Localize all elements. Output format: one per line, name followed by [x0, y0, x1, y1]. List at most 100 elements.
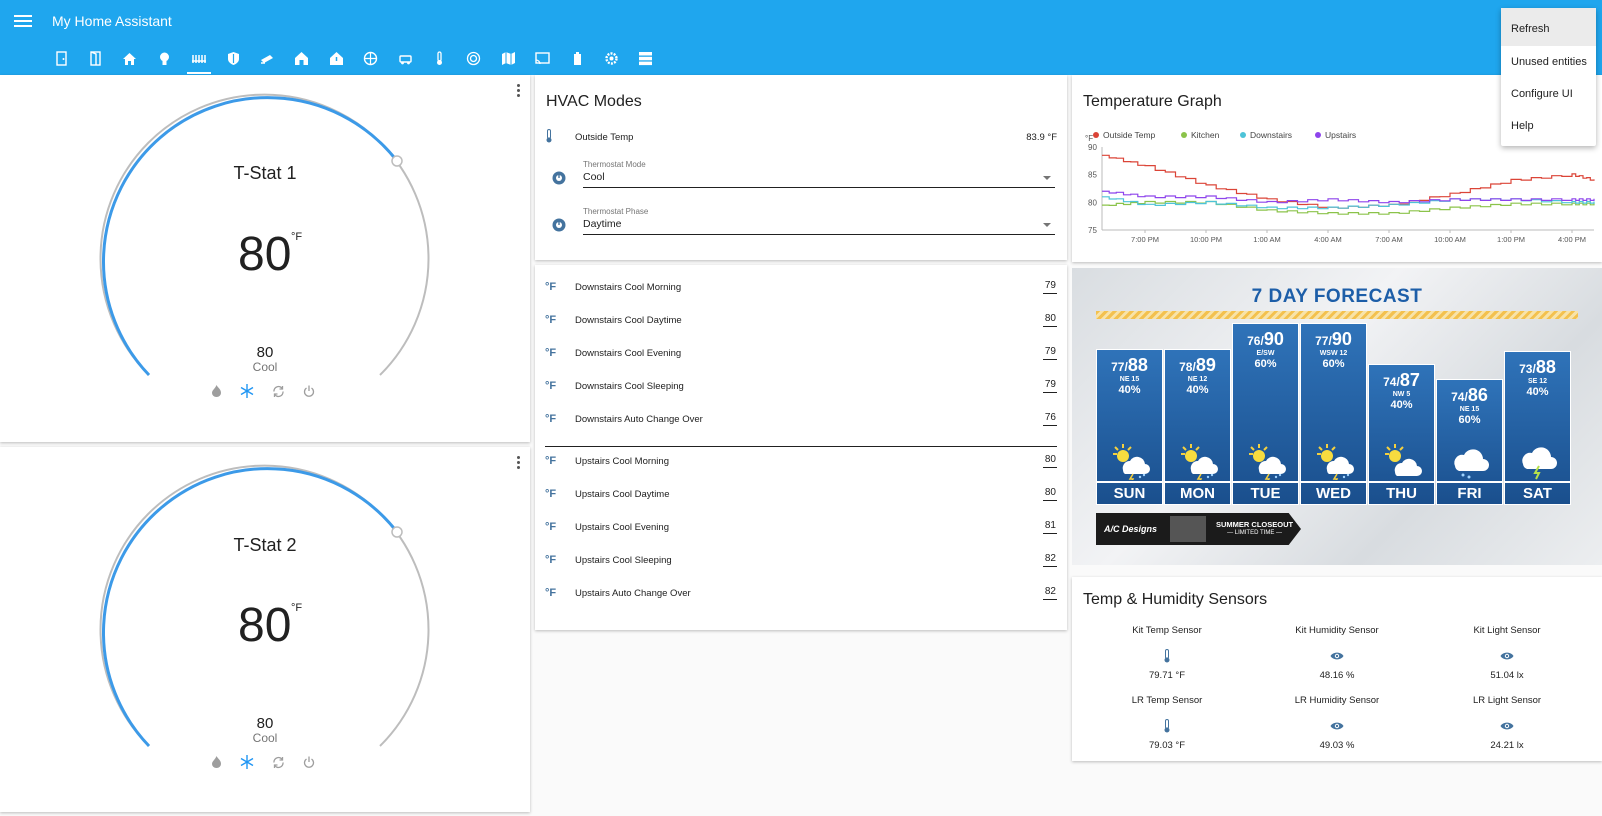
legend-label[interactable]: Downstairs — [1250, 130, 1292, 140]
tab-server[interactable] — [629, 44, 663, 72]
tab-thermometer[interactable] — [422, 44, 456, 72]
menu-item-configure-ui[interactable]: Configure UI — [1501, 78, 1596, 110]
thermostat-name: T-Stat 1 — [233, 163, 297, 183]
legend-label[interactable]: Outside Temp — [1103, 130, 1156, 140]
forecast-day-thu: 74/87 NW 5 40% THU — [1368, 364, 1435, 505]
sensor-tile[interactable]: Kit Temp Sensor 79.71 °F — [1082, 625, 1252, 695]
x-tick-label: 4:00 PM — [1558, 235, 1586, 244]
setpoint-input[interactable]: 80 — [1042, 313, 1057, 327]
forecast-high: 89 — [1195, 355, 1216, 375]
fahrenheit-icon: °F — [545, 347, 557, 359]
x-tick-label: 1:00 AM — [1253, 235, 1281, 244]
x-tick-label: 1:00 PM — [1497, 235, 1525, 244]
cctv-icon — [261, 54, 274, 64]
eye-icon — [1422, 712, 1592, 740]
setpoint-input[interactable]: 76 — [1042, 412, 1057, 426]
forecast-image: 7 DAY FORECAST A/C Designs SUMMER CLOSEO… — [1072, 268, 1602, 565]
outside-temp-row[interactable]: Outside Temp 83.9 °F — [545, 129, 1057, 146]
tab-cctv[interactable] — [250, 44, 284, 72]
sensor-tile[interactable]: Kit Light Sensor 51.04 lx — [1422, 625, 1592, 695]
tab-door-open[interactable] — [78, 44, 112, 72]
setpoint-input[interactable]: 80 — [1042, 487, 1057, 501]
tab-house-alert[interactable] — [319, 44, 353, 72]
ad-line2: — LIMITED TIME — — [1227, 530, 1282, 536]
overflow-menu: Refresh Unused entities Configure UI Hel… — [1501, 8, 1596, 146]
thermometer-icon — [1082, 712, 1252, 740]
setpoint-row: °F Upstairs Auto Change Over 82 — [545, 586, 1057, 600]
auto-mode-icon[interactable] — [270, 754, 286, 770]
thermostat-mode-select[interactable]: Thermostat Mode Cool — [583, 160, 1055, 188]
heat-mode-icon[interactable] — [208, 754, 224, 770]
setpoint-label: Upstairs Cool Daytime — [575, 488, 670, 500]
heat-mode-icon[interactable] — [208, 383, 224, 399]
tab-battery[interactable] — [560, 44, 594, 72]
legend-label[interactable]: Upstairs — [1325, 130, 1356, 140]
sensor-tile[interactable]: Kit Humidity Sensor 48.16 % — [1252, 625, 1422, 695]
setpoint-row: °F Downstairs Cool Morning 79 — [545, 280, 1057, 294]
menu-item-refresh[interactable]: Refresh — [1501, 8, 1596, 46]
setpoint-input[interactable]: 82 — [1042, 553, 1057, 567]
tab-car[interactable] — [388, 44, 422, 72]
tab-cast[interactable] — [525, 44, 559, 72]
x-tick-label: 4:00 AM — [1314, 235, 1342, 244]
thermometer-icon — [436, 50, 442, 65]
setpoint-label: Downstairs Cool Daytime — [575, 314, 682, 326]
x-tick-label: 7:00 AM — [1375, 235, 1403, 244]
legend-label[interactable]: Kitchen — [1191, 130, 1220, 140]
sensor-tile[interactable]: LR Light Sensor 24.21 lx — [1422, 695, 1592, 765]
cool-mode-icon[interactable] — [239, 754, 255, 770]
legend-swatch — [1093, 132, 1099, 138]
tab-radiator[interactable] — [182, 44, 216, 74]
setpoint-label: Downstairs Cool Sleeping — [575, 380, 684, 392]
setpoint-input[interactable]: 79 — [1042, 346, 1057, 360]
menu-icon[interactable] — [14, 12, 32, 30]
sensor-tile[interactable]: LR Humidity Sensor 49.03 % — [1252, 695, 1422, 765]
card-title: HVAC Modes — [546, 93, 642, 110]
tab-door[interactable] — [44, 44, 78, 72]
sensor-value: 24.21 lx — [1490, 740, 1524, 751]
cool-mode-icon[interactable] — [239, 383, 255, 399]
setpoint-label: Downstairs Auto Change Over — [575, 413, 703, 425]
sensor-tile[interactable]: LR Temp Sensor 79.03 °F — [1082, 695, 1252, 765]
setpoint-label: Upstairs Auto Change Over — [575, 587, 691, 599]
tab-house[interactable] — [285, 44, 319, 72]
setpoint-label: Upstairs Cool Sleeping — [575, 554, 672, 566]
setpoints-card: °F Downstairs Cool Morning 79 °F Downstairs … — [535, 265, 1067, 630]
forecast-temps: 74/86 — [1451, 385, 1488, 405]
tab-gear[interactable] — [594, 44, 628, 72]
setpoint-input[interactable]: 81 — [1042, 520, 1057, 534]
y-tick-label: 85 — [1088, 171, 1097, 180]
menu-item-help[interactable]: Help — [1501, 110, 1596, 142]
ad-line1: SUMMER CLOSEOUT — [1216, 520, 1294, 529]
tab-map[interactable] — [491, 44, 525, 72]
forecast-wind: E/SW — [1256, 350, 1275, 357]
forecast-low: 77 — [1315, 334, 1329, 348]
tab-network[interactable] — [354, 44, 388, 72]
tab-radar[interactable] — [457, 44, 491, 72]
sensor-value: 49.03 % — [1319, 740, 1355, 751]
auto-mode-icon[interactable] — [270, 383, 286, 399]
view-tabs — [44, 44, 663, 74]
thermostat-icon — [552, 218, 566, 237]
sensor-value: 79.03 °F — [1148, 740, 1185, 751]
hvac-modes-card: HVAC Modes Outside Temp 83.9 °F Thermost… — [535, 75, 1067, 260]
forecast-day-label: SAT — [1505, 481, 1570, 504]
thermostat-phase-select[interactable]: Thermostat Phase Daytime — [583, 207, 1055, 235]
tab-shield[interactable] — [216, 44, 250, 72]
tab-lightbulb[interactable] — [147, 44, 181, 72]
tab-home[interactable] — [113, 44, 147, 72]
fahrenheit-icon: °F — [545, 488, 557, 500]
forecast-low: 74 — [1383, 375, 1397, 389]
forecast-precip: 40% — [1186, 384, 1209, 396]
setpoint-input[interactable]: 79 — [1042, 280, 1057, 294]
off-mode-icon[interactable] — [301, 383, 317, 399]
off-mode-icon[interactable] — [301, 754, 317, 770]
eye-icon — [1252, 712, 1422, 740]
setpoint-input[interactable]: 80 — [1042, 454, 1057, 468]
menu-item-unused-entities[interactable]: Unused entities — [1501, 46, 1596, 78]
forecast-high: 88 — [1127, 355, 1148, 375]
setpoint-input[interactable]: 79 — [1042, 379, 1057, 393]
forecast-temps: 77/90 — [1315, 329, 1352, 349]
setpoint-input[interactable]: 82 — [1042, 586, 1057, 600]
forecast-day-label: MON — [1165, 481, 1230, 504]
